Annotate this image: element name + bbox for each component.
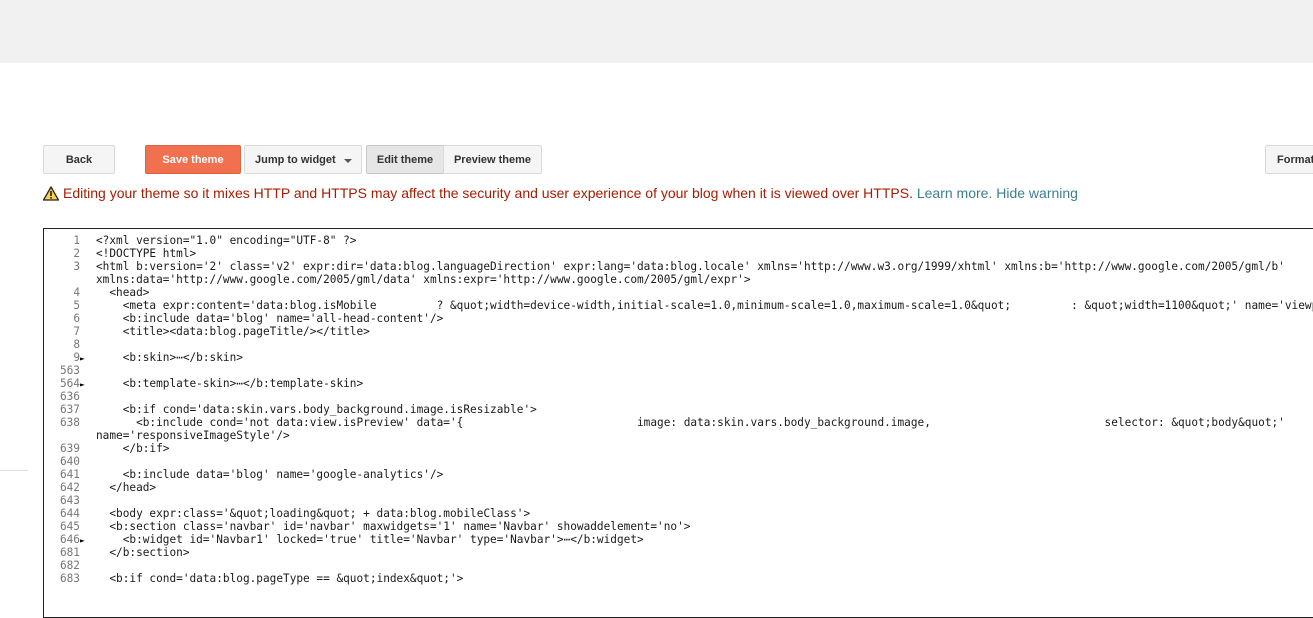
code-line[interactable]: </b:section>: [96, 546, 189, 559]
learn-more-link[interactable]: Learn more.: [917, 185, 992, 201]
code-line[interactable]: <html b:version='2' class='v2' expr:dir=…: [96, 260, 1285, 273]
code-line[interactable]: <!DOCTYPE html>: [96, 247, 196, 260]
code-line[interactable]: <b:if cond='data:blog.pageType == &quot;…: [96, 572, 463, 585]
preview-theme-button[interactable]: Preview theme: [443, 145, 542, 174]
code-line[interactable]: <title><data:blog.pageTitle/></title>: [96, 325, 370, 338]
line-number: 8: [73, 338, 80, 351]
code-line[interactable]: <body expr:class='&quot;loading&quot; + …: [96, 507, 530, 520]
code-line[interactable]: <b:widget id='Navbar1' locked='true' tit…: [96, 533, 644, 546]
line-number: 642: [59, 481, 80, 494]
save-theme-button[interactable]: Save theme: [145, 145, 241, 174]
jump-label: Jump to widget: [255, 153, 336, 166]
code-line[interactable]: <b:section class='navbar' id='navbar' ma…: [96, 520, 690, 533]
line-number: 640: [59, 455, 80, 468]
save-label: Save theme: [162, 153, 224, 166]
line-number: 4: [73, 286, 80, 299]
jump-to-widget-dropdown[interactable]: Jump to widget: [244, 145, 362, 174]
line-number: 636: [59, 390, 80, 403]
format-label: Format: [1277, 153, 1313, 166]
line-number: 645: [59, 520, 80, 533]
back-label: Back: [65, 153, 93, 166]
warning-message: Editing your theme so it mixes HTTP and …: [63, 185, 913, 201]
warning-icon: [43, 185, 59, 201]
code-line[interactable]: <head>: [96, 286, 149, 299]
code-line[interactable]: <b:skin>⋯</b:skin>: [96, 351, 243, 364]
edit-theme-button[interactable]: Edit theme: [366, 145, 444, 174]
code-editor[interactable]: 1 <?xml version="1.0" encoding="UTF-8" ?>…: [43, 228, 1313, 618]
format-button[interactable]: Format: [1265, 145, 1313, 174]
line-number: 7: [73, 325, 80, 338]
line-number: 646: [59, 533, 80, 546]
line-number: 564: [59, 377, 80, 390]
line-number: 6: [73, 312, 80, 325]
code-line[interactable]: <b:include cond='not data:view.isPreview…: [96, 416, 1285, 429]
code-line[interactable]: xmlns:data='http://www.google.com/2005/g…: [96, 273, 751, 286]
edit-label: Edit theme: [376, 153, 434, 166]
line-number: 643: [59, 494, 80, 507]
line-number: 9: [73, 351, 80, 364]
line-number: 641: [59, 468, 80, 481]
https-warning: Editing your theme so it mixes HTTP and …: [43, 185, 1078, 201]
back-button[interactable]: Back: [43, 145, 115, 174]
line-number: 638: [59, 416, 80, 429]
line-number: 681: [59, 546, 80, 559]
fold-arrow-icon[interactable]: ►: [80, 378, 90, 391]
code-line[interactable]: <b:include data='blog' name='all-head-co…: [96, 312, 444, 325]
code-line[interactable]: <b:if cond='data:skin.vars.body_backgrou…: [96, 403, 537, 416]
preview-label: Preview theme: [453, 153, 532, 166]
line-number: 637: [59, 403, 80, 416]
code-line[interactable]: <b:template-skin>⋯</b:template-skin>: [96, 377, 363, 390]
code-line[interactable]: <b:include data='blog' name='google-anal…: [96, 468, 444, 481]
code-line[interactable]: <?xml version="1.0" encoding="UTF-8" ?>: [96, 234, 356, 247]
code-line[interactable]: </head>: [96, 481, 156, 494]
code-line[interactable]: name='responsiveImageStyle'/>: [96, 429, 290, 442]
line-number: 563: [59, 364, 80, 377]
code-line[interactable]: </b:if>: [96, 442, 170, 455]
line-number: 3: [73, 260, 80, 273]
chevron-down-icon: [343, 158, 352, 163]
divider: [0, 470, 28, 471]
fold-arrow-icon[interactable]: ►: [80, 534, 90, 547]
fold-arrow-icon[interactable]: ►: [80, 352, 90, 365]
hide-warning-link[interactable]: Hide warning: [996, 185, 1078, 201]
line-number: 683: [59, 572, 80, 585]
line-number: 644: [59, 507, 80, 520]
code-line[interactable]: <meta expr:content='data:blog.isMobile ?…: [96, 299, 1313, 312]
line-number: 1: [73, 234, 80, 247]
line-number: 682: [59, 559, 80, 572]
top-bar: [0, 0, 1313, 63]
line-number: 5: [73, 299, 80, 312]
line-number: 2: [73, 247, 80, 260]
line-number: 639: [59, 442, 80, 455]
